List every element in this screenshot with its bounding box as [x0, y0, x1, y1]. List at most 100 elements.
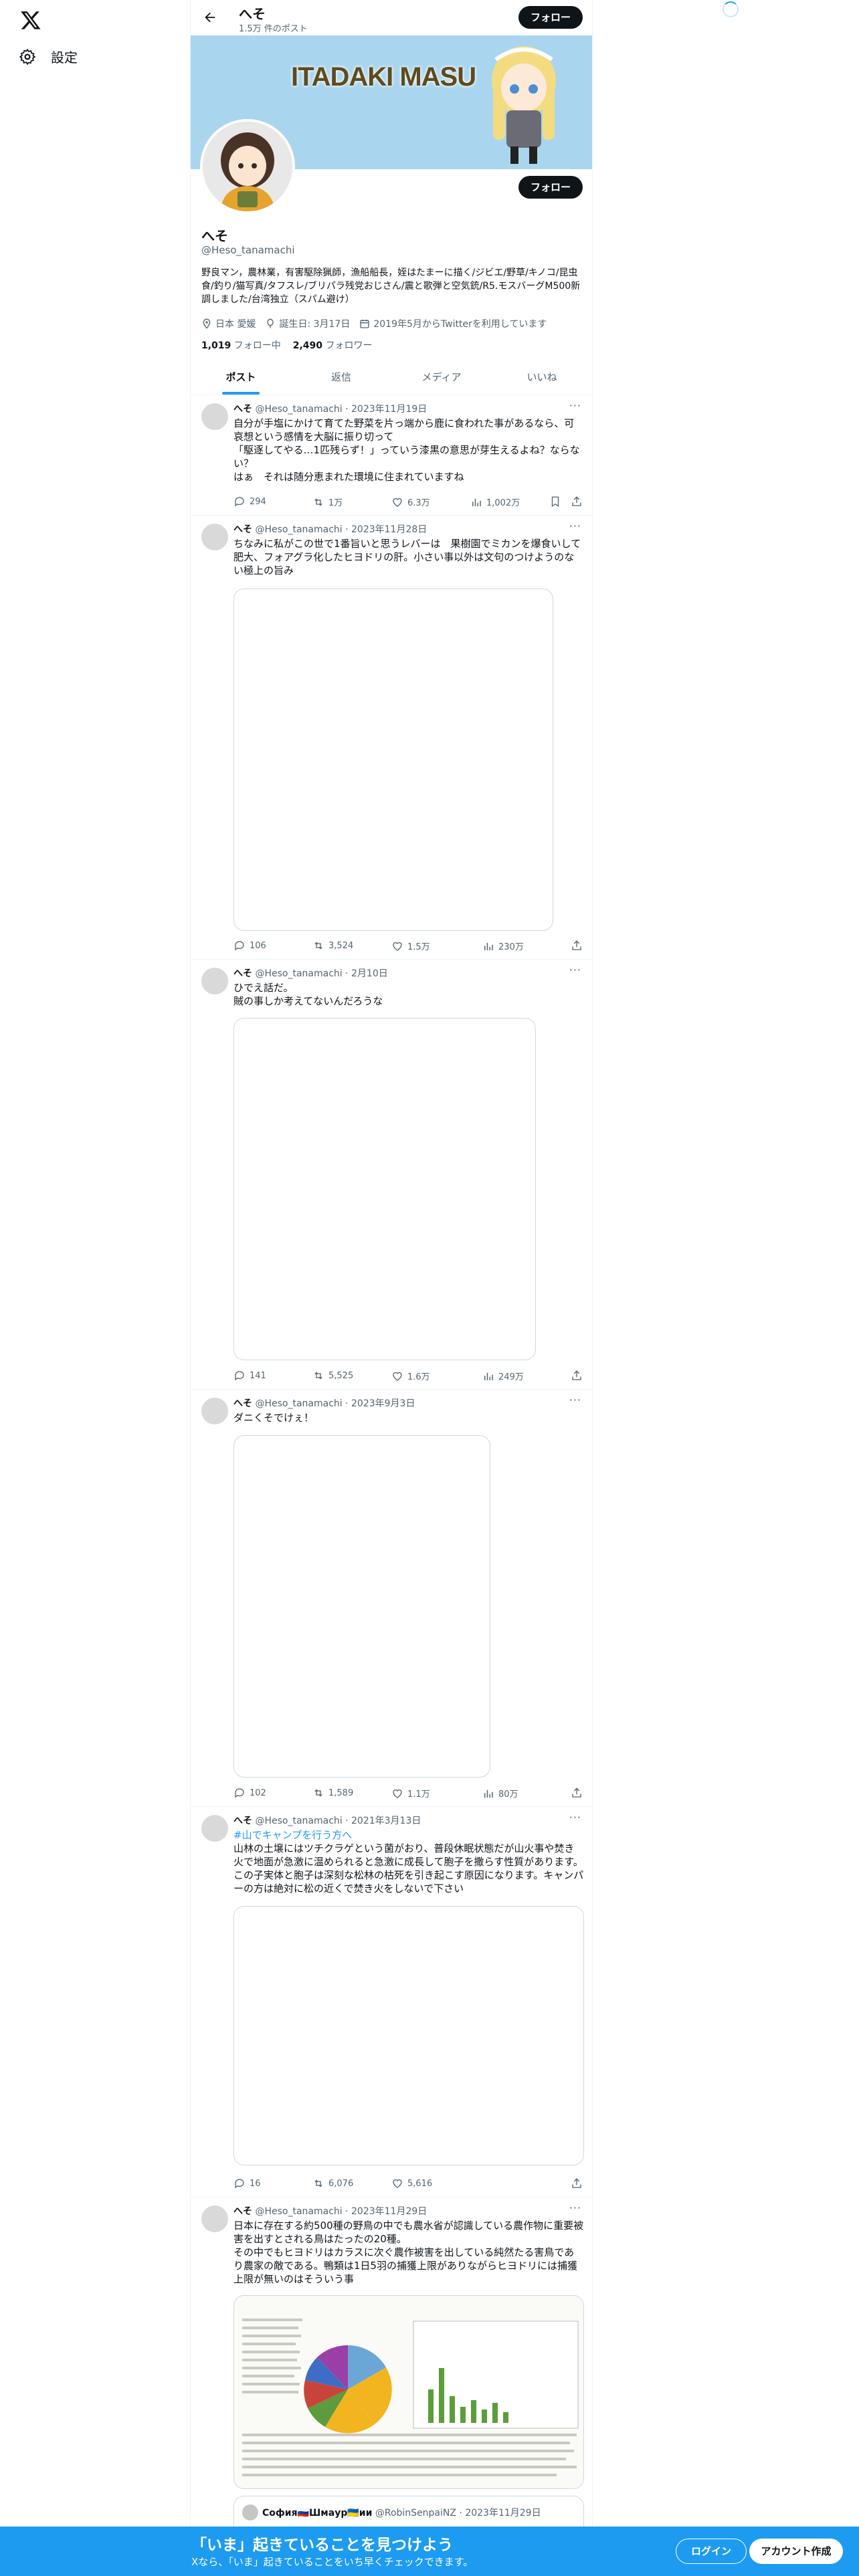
repost-icon [314, 2179, 322, 2187]
tab-likes[interactable]: いいね [492, 359, 592, 395]
location-text: 日本 愛媛 [215, 319, 256, 330]
share-icon [572, 940, 581, 950]
tweet-image[interactable] [233, 1906, 584, 2165]
tweet-image[interactable] [233, 2295, 584, 2489]
reply-button[interactable]: 141 [233, 1370, 266, 1382]
tweet-date[interactable]: 2023年11月28日 [351, 524, 427, 535]
tweet-author-name: へそ [233, 1816, 252, 1826]
repost-button[interactable]: 6,076 [312, 2177, 353, 2189]
more-options-icon[interactable]: ··· [569, 964, 581, 976]
reply-count: 294 [250, 496, 266, 507]
tweet[interactable]: へそ @Heso_tanamachi · 2023年9月3日 ··· ダニくそで… [191, 1390, 592, 1807]
tweet-text: ダニくそでけぇ！ [233, 1412, 314, 1424]
like-button[interactable]: 1.6万 [391, 1370, 430, 1382]
like-button[interactable]: 1.5万 [391, 940, 430, 952]
more-options-icon[interactable]: ··· [569, 1811, 581, 1824]
header-follow-button[interactable]: フォロー [518, 6, 583, 29]
share-button[interactable] [571, 1370, 583, 1382]
reply-count: 141 [250, 1370, 266, 1381]
tweet-author-name: へそ [233, 968, 252, 979]
repost-button[interactable]: 1,589 [312, 1787, 353, 1799]
reply-button[interactable]: 102 [233, 1787, 266, 1799]
tweet-avatar[interactable] [201, 968, 228, 994]
header-post-count: 1.5万 件のポスト [239, 24, 308, 34]
tweet-date[interactable]: 2023年11月19日 [351, 404, 427, 415]
tweet-handle: @Heso_tanamachi [255, 404, 343, 415]
tweet-image[interactable] [233, 588, 553, 931]
share-icon [572, 496, 581, 506]
more-options-icon[interactable]: ··· [569, 520, 581, 532]
followers-label: フォロワー [325, 340, 373, 351]
tab-media[interactable]: メディア [391, 359, 492, 395]
tweet-header: へそ @Heso_tanamachi · 2023年11月28日 [233, 524, 427, 535]
more-options-icon[interactable]: ··· [569, 1394, 581, 1406]
tweet-date[interactable]: 2月10日 [351, 968, 388, 979]
banner-text: ITADAKI MASU [291, 62, 476, 92]
following-link[interactable]: 1,019 フォロー中 [201, 338, 281, 352]
nav-settings[interactable]: 設定 [19, 47, 78, 66]
tweet-avatar[interactable] [201, 403, 228, 430]
tweet-date[interactable]: 2023年9月3日 [351, 1398, 415, 1409]
views-button[interactable]: 230万 [482, 940, 524, 952]
views-button[interactable]: 249万 [482, 1370, 524, 1382]
quoted-handle: @RobinSenpaiNZ [375, 2508, 456, 2518]
like-count: 1.5万 [407, 942, 430, 952]
tweet[interactable]: へそ @Heso_tanamachi · 2023年11月19日 ··· 自分が… [191, 395, 592, 516]
share-button[interactable] [571, 2177, 583, 2189]
tweet-text: 自分が手塩にかけて育てた野菜を片っ端から鹿に食われた事があるなら、可哀想という感… [233, 417, 580, 483]
tab-posts[interactable]: ポスト [191, 359, 291, 395]
tweet-avatar[interactable] [201, 2206, 228, 2232]
tweet-date[interactable]: 2023年11月29日 [351, 2206, 427, 2217]
share-button[interactable] [571, 496, 583, 508]
tweet[interactable]: へそ @Heso_tanamachi · 2月10日 ··· ひでえ話だ。 賊の… [191, 960, 592, 1390]
quoted-author-name: София🇷🇺Шмаур🇺🇦ии [262, 2508, 373, 2518]
repost-button[interactable]: 5,525 [312, 1370, 353, 1382]
like-button[interactable]: 5,616 [391, 2177, 432, 2189]
reply-button[interactable]: 16 [233, 2177, 261, 2189]
tweet-date[interactable]: 2021年3月13日 [351, 1816, 421, 1826]
share-icon [572, 1370, 581, 1380]
profile-follow-button[interactable]: フォロー [518, 176, 583, 199]
x-logo-icon[interactable] [20, 9, 41, 31]
tweet[interactable]: へそ @Heso_tanamachi · 2023年11月28日 ··· ちなみ… [191, 516, 592, 960]
tweet[interactable]: へそ @Heso_tanamachi · 2023年11月29日 ··· 日本に… [191, 2197, 592, 2576]
tweet-avatar[interactable] [201, 524, 228, 550]
views-chart-icon [472, 498, 481, 506]
tweet-image[interactable] [233, 1018, 536, 1360]
tweet-avatar[interactable] [201, 1398, 228, 1424]
views-button[interactable]: 80万 [482, 1787, 518, 1800]
tweet[interactable]: へそ @Heso_tanamachi · 2021年3月13日 ··· #山でキ… [191, 1807, 592, 2197]
views-button[interactable]: 1,002万 [470, 496, 520, 508]
share-icon [572, 2178, 581, 2188]
more-options-icon[interactable]: ··· [569, 2202, 581, 2214]
profile-tabs: ポスト 返信 メディア いいね [191, 359, 592, 395]
login-button[interactable]: ログイン [676, 2539, 747, 2564]
views-chart-icon [484, 1372, 493, 1380]
tweet-handle: @Heso_tanamachi [255, 1816, 343, 1826]
reply-button[interactable]: 294 [233, 496, 266, 508]
followers-link[interactable]: 2,490 フォロワー [293, 338, 373, 352]
bookmark-button[interactable] [549, 496, 561, 508]
header-name: へそ [239, 6, 266, 22]
profile-header: へそ 1.5万 件のポスト フォロー [191, 0, 592, 35]
tweet-image[interactable] [233, 1435, 490, 1778]
repost-button[interactable]: 3,524 [312, 940, 353, 952]
tweet-avatar[interactable] [201, 1815, 228, 1842]
quoted-header: София🇷🇺Шмаур🇺🇦ии @RobinSenpaiNZ · 2023年1… [262, 2508, 541, 2518]
balloon-icon [267, 318, 274, 328]
reply-button[interactable]: 106 [233, 940, 266, 952]
repost-count: 5,525 [328, 1370, 354, 1381]
like-button[interactable]: 1.1万 [391, 1787, 430, 1800]
like-button[interactable]: 6.3万 [391, 496, 430, 508]
back-arrow-icon[interactable] [203, 10, 217, 25]
hashtag-link[interactable]: #山でキャンプを行う方へ [233, 1828, 584, 1842]
nav-settings-label: 設定 [51, 49, 78, 66]
tab-replies[interactable]: 返信 [291, 359, 391, 395]
profile-avatar[interactable] [200, 119, 295, 214]
tweet-header: へそ @Heso_tanamachi · 2月10日 [233, 968, 388, 979]
more-options-icon[interactable]: ··· [569, 399, 581, 412]
create-account-button[interactable]: アカウント作成 [749, 2539, 843, 2564]
share-button[interactable] [571, 940, 583, 952]
repost-button[interactable]: 1万 [312, 496, 343, 508]
share-button[interactable] [571, 1787, 583, 1799]
